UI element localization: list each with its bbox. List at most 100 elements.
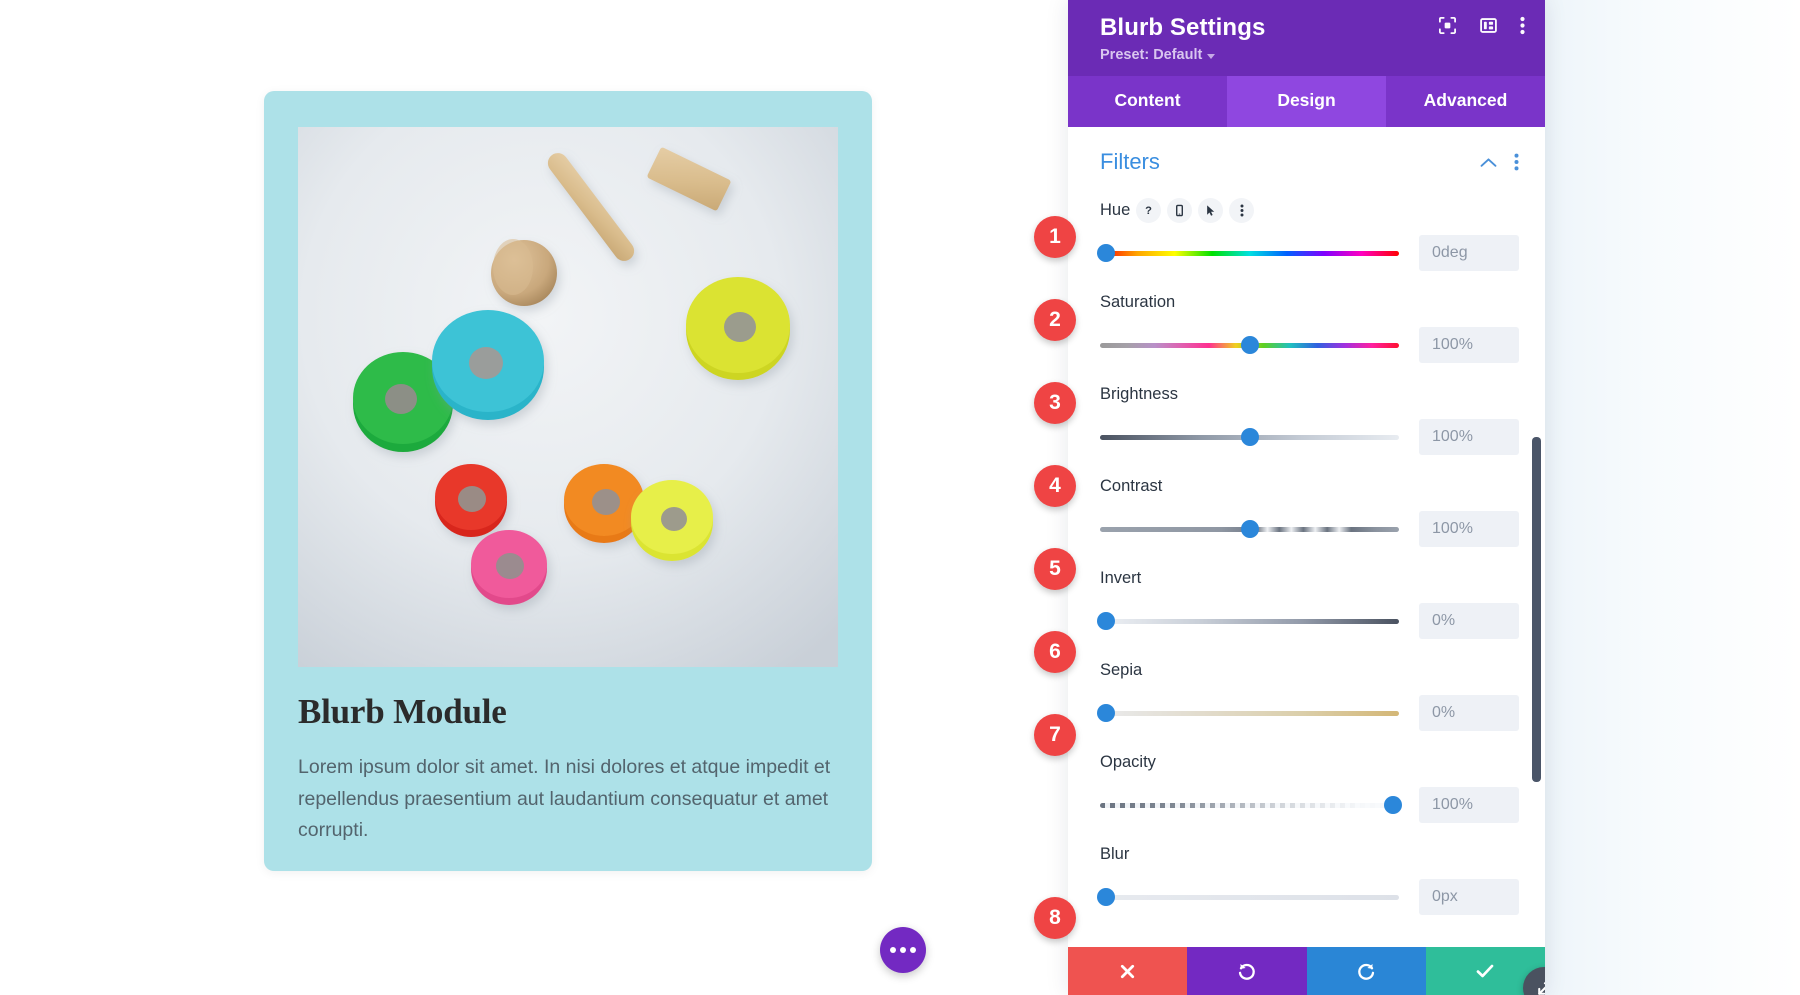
blurb-body: Lorem ipsum dolor sit amet. In nisi dolo… [298,756,831,842]
slider-brightness[interactable] [1100,428,1399,446]
field-label: Saturation [1100,292,1176,311]
undo-button[interactable] [1187,947,1307,995]
tab-advanced[interactable]: Advanced [1386,76,1545,127]
check-icon [1477,964,1494,978]
slider-knob[interactable] [1096,244,1115,262]
slider-knob[interactable] [1096,612,1115,630]
dot [890,947,896,953]
tab-design[interactable]: Design [1227,76,1386,127]
slider-track [1100,894,1399,900]
kebab-menu-icon[interactable] [1514,153,1519,171]
value-input-sepia[interactable]: 0% [1419,695,1519,731]
slider-track [1100,250,1399,256]
field-control: 0deg [1096,235,1519,271]
slider-hue[interactable] [1096,244,1399,262]
chevron-down-icon [1207,53,1216,59]
field-sepia: Sepia 0% [1068,657,1545,731]
field-label-row: Opacity [1100,749,1519,775]
blurb-text: Blurb Module Lorem ipsum dolor sit amet.… [298,691,838,847]
help-icon[interactable]: ? [1136,197,1162,223]
field-control: 100% [1100,787,1519,823]
step-badge-8: 8 [1034,897,1076,939]
field-invert: Invert 0% [1068,565,1545,639]
value-input-saturation[interactable]: 100% [1419,327,1519,363]
slider-knob[interactable] [1240,336,1259,354]
slider-knob[interactable] [1096,704,1115,722]
field-label: Sepia [1100,660,1143,679]
value-input-hue[interactable]: 0deg [1419,235,1519,271]
slider-knob[interactable] [1240,428,1259,446]
redo-button[interactable] [1306,947,1426,995]
field-label-row: Brightness [1100,381,1519,407]
field-control: 0% [1096,695,1519,731]
panel-tabs: Content Design Advanced [1068,76,1545,127]
step-badge-4: 4 [1034,465,1076,507]
close-icon [1121,964,1135,978]
field-control: 100% [1100,511,1519,547]
module-settings-panel: Blurb Settings Preset: Default Content D… [1068,0,1545,995]
field-blur: Blur 0px [1068,841,1545,915]
slider-knob[interactable] [1384,796,1403,814]
value-input-invert[interactable]: 0% [1419,603,1519,639]
field-control: 0% [1096,603,1519,639]
blurb-image [298,127,838,667]
field-label-row: Blur [1100,841,1519,867]
chevron-up-icon[interactable] [1480,157,1497,168]
dot [910,947,916,953]
field-label-row: Invert [1100,565,1519,591]
slider-sepia[interactable] [1096,704,1399,722]
slider-invert[interactable] [1096,612,1399,630]
value-input-contrast[interactable]: 100% [1419,511,1519,547]
svg-text:?: ? [1145,205,1152,217]
preset-selector[interactable]: Preset: Default [1100,47,1523,63]
slider-track-fade [1100,802,1399,808]
field-control: 100% [1100,419,1519,455]
preset-label: Preset: Default [1100,47,1203,63]
slider-saturation[interactable] [1100,336,1399,354]
slider-contrast[interactable] [1100,520,1399,538]
step-badge-3: 3 [1034,382,1076,424]
resize-diagonal-icon [1537,981,1545,995]
step-badge-6: 6 [1034,631,1076,673]
field-contrast: Contrast 100% [1068,473,1545,547]
kebab-menu-icon[interactable] [1520,16,1525,35]
page-settings-more-button[interactable] [880,927,926,973]
wooden-toy-photo [298,127,838,667]
field-label: Contrast [1100,476,1163,495]
field-label-row: Sepia [1100,657,1519,683]
field-hue: Hue ? 0deg [1068,197,1545,271]
panel-action-bar [1068,947,1545,995]
layout-panel-icon[interactable] [1479,16,1498,35]
slider-knob[interactable] [1240,520,1259,538]
field-label: Brightness [1100,384,1178,403]
field-control: 100% [1100,327,1519,363]
field-label-row: Saturation [1100,289,1519,315]
field-label-row: Contrast [1100,473,1519,499]
step-badge-2: 2 [1034,299,1076,341]
slider-blur[interactable] [1096,888,1399,906]
mobile-icon[interactable] [1167,197,1193,223]
value-input-brightness[interactable]: 100% [1419,419,1519,455]
panel-header: Blurb Settings Preset: Default [1068,0,1545,76]
panel-scrollbar[interactable] [1532,437,1541,782]
field-label-row: Hue ? [1100,197,1519,223]
panel-body: Filters Hue ? 0deg Saturation 100% Brigh… [1068,127,1545,947]
value-input-opacity[interactable]: 100% [1419,787,1519,823]
field-label: Hue [1100,200,1131,219]
tab-content[interactable]: Content [1068,76,1227,127]
field-saturation: Saturation 100% [1068,289,1545,363]
cursor-icon[interactable] [1198,197,1224,223]
section-header-icons [1480,153,1519,171]
slider-track [1100,618,1399,624]
cancel-button[interactable] [1068,947,1188,995]
slider-knob[interactable] [1096,888,1115,906]
field-label: Invert [1100,568,1142,587]
blurb-module-card[interactable]: Blurb Module Lorem ipsum dolor sit amet.… [264,91,872,871]
field-opacity: Opacity 100% [1068,749,1545,823]
focus-frame-icon[interactable] [1438,16,1457,35]
filters-section-header: Filters [1068,127,1545,179]
value-input-blur[interactable]: 0px [1419,879,1519,915]
kebab-menu-icon[interactable] [1229,197,1255,223]
slider-opacity[interactable] [1100,796,1403,814]
blurb-title: Blurb Module [298,692,507,731]
